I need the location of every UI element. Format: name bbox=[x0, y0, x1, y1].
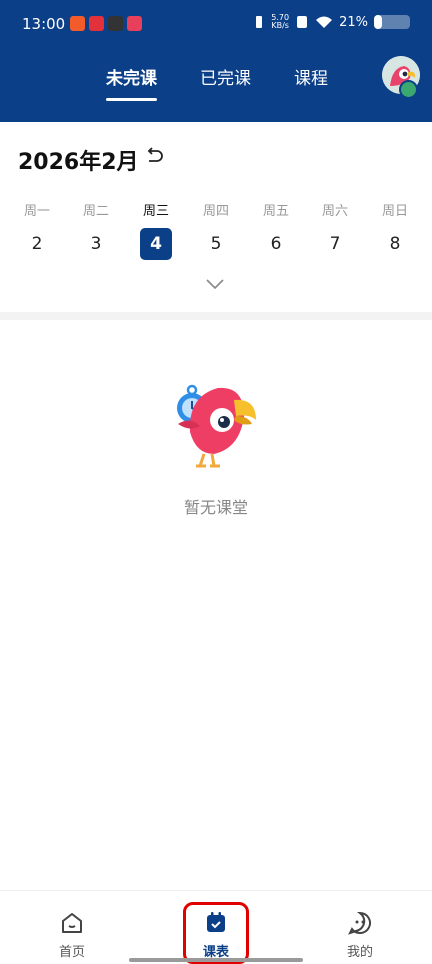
weekday-thu: 周四 bbox=[202, 204, 229, 219]
empty-state: 暂无课堂 bbox=[0, 320, 432, 890]
header-tabs: 未完课 已完课 课程 bbox=[0, 60, 432, 101]
tab-incomplete-label: 未完课 bbox=[106, 69, 157, 89]
tab-completed-label: 已完课 bbox=[200, 69, 251, 89]
net-speed: 5.70 KB/s bbox=[271, 14, 289, 30]
circle-app-icon bbox=[108, 16, 123, 31]
date-row: 2 3 4 5 6 7 8 bbox=[0, 228, 432, 262]
tab-completed[interactable]: 已完课 bbox=[200, 64, 251, 89]
date-cell[interactable]: 6 bbox=[260, 228, 292, 260]
date-cell[interactable]: 3 bbox=[80, 228, 112, 260]
tab-incomplete[interactable]: 未完课 bbox=[106, 64, 157, 101]
weekday-row: 周一 周二 周三 周四 周五 周六 周日 bbox=[0, 200, 432, 220]
play-app-icon bbox=[89, 16, 104, 31]
highlight-annotation bbox=[183, 902, 249, 964]
status-app-icons bbox=[70, 16, 142, 31]
date-cell[interactable]: 2 bbox=[21, 228, 53, 260]
wifi-icon bbox=[316, 16, 333, 28]
app-notification-icon bbox=[70, 16, 85, 31]
weekday-wed: 周三 bbox=[142, 204, 169, 219]
tab-active-underline bbox=[106, 98, 157, 101]
section-divider bbox=[0, 312, 432, 320]
nav-profile[interactable]: 我的 bbox=[330, 909, 390, 960]
weekday-fri: 周五 bbox=[262, 204, 289, 219]
nav-home-label: 首页 bbox=[58, 945, 85, 960]
weekday-mon: 周一 bbox=[23, 204, 50, 219]
status-time: 13:00 bbox=[22, 15, 66, 33]
date-cell[interactable]: 7 bbox=[319, 228, 351, 260]
battery-percent: 21% bbox=[339, 14, 368, 30]
nav-profile-label: 我的 bbox=[346, 945, 373, 960]
home-indicator[interactable] bbox=[129, 958, 303, 962]
header: 13:00 5.70 KB/s 21% 未完课 已完课 课程 bbox=[0, 0, 432, 122]
date-cell[interactable]: 5 bbox=[200, 228, 232, 260]
vibrate-icon bbox=[256, 16, 263, 28]
nfc-icon bbox=[297, 16, 308, 28]
chevron-down-icon[interactable] bbox=[206, 278, 224, 290]
weekday-sat: 周六 bbox=[321, 204, 348, 219]
app-screen: 13:00 5.70 KB/s 21% 未完课 已完课 课程 2026年2月 周… bbox=[0, 0, 432, 964]
nav-home[interactable]: 首页 bbox=[42, 909, 102, 960]
status-bar: 13:00 5.70 KB/s 21% bbox=[0, 0, 432, 48]
date-cell-selected[interactable]: 4 bbox=[140, 228, 172, 260]
tab-courses[interactable]: 课程 bbox=[294, 64, 328, 89]
app-badge-icon bbox=[127, 16, 142, 31]
weekday-sun: 周日 bbox=[381, 204, 408, 219]
parrot-clock-mascot-icon bbox=[177, 384, 256, 468]
week-calendar: 2026年2月 周一 周二 周三 周四 周五 周六 周日 2 3 4 5 6 7… bbox=[0, 122, 432, 312]
profile-face-icon bbox=[348, 911, 371, 935]
avatar-status-badge bbox=[399, 80, 418, 99]
home-icon bbox=[62, 913, 82, 933]
weekday-tue: 周二 bbox=[82, 204, 109, 219]
net-speed-unit: KB/s bbox=[271, 21, 289, 30]
month-title: 2026年2月 bbox=[18, 150, 139, 175]
tab-courses-label: 课程 bbox=[294, 69, 328, 89]
battery-icon bbox=[374, 15, 410, 29]
return-today-icon[interactable] bbox=[144, 146, 164, 166]
empty-state-message: 暂无课堂 bbox=[183, 498, 248, 517]
date-cell[interactable]: 8 bbox=[379, 228, 411, 260]
status-right: 5.70 KB/s 21% bbox=[253, 14, 410, 30]
battery-fill bbox=[374, 15, 382, 29]
